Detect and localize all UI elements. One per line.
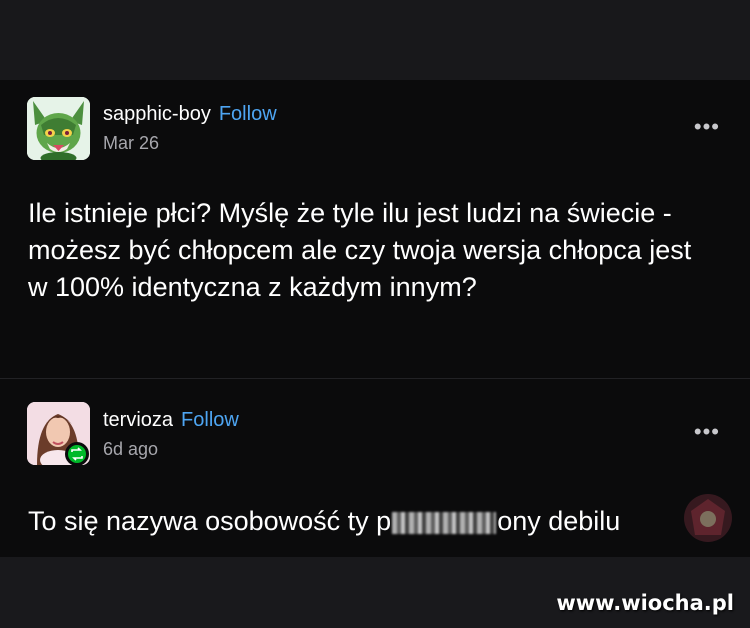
post-date[interactable]: Mar 26 — [103, 131, 277, 155]
top-background-band — [0, 0, 750, 80]
post-feed: sapphic-boy Follow Mar 26 ••• Ile istniej… — [0, 80, 750, 557]
post-card: tervioza Follow 6d ago ••• To się nazywa … — [0, 378, 750, 557]
username[interactable]: tervioza — [103, 409, 173, 431]
censored-blur — [392, 511, 497, 534]
post-header: sapphic-boy Follow Mar 26 — [103, 101, 277, 155]
green-cat-creature-avatar — [27, 97, 90, 160]
post-card: sapphic-boy Follow Mar 26 ••• Ile istniej… — [0, 80, 750, 378]
site-logo-icon — [684, 494, 732, 542]
post-date[interactable]: 6d ago — [103, 437, 239, 461]
reblog-icon — [71, 447, 83, 461]
post-body: To się nazywa osobowość ty p ony debilu — [28, 503, 708, 540]
follow-button[interactable]: Follow — [181, 409, 239, 431]
user-avatar[interactable] — [27, 97, 90, 160]
watermark: www.wiocha.pl — [556, 591, 734, 615]
more-options-icon[interactable]: ••• — [694, 116, 720, 138]
post-header: tervioza Follow 6d ago — [103, 407, 239, 461]
post-body-text-end: ony debilu — [497, 506, 621, 536]
post-body: Ile istnieje płci? Myślę że tyle ilu jes… — [28, 198, 692, 302]
follow-button[interactable]: Follow — [219, 103, 277, 125]
username[interactable]: sapphic-boy — [103, 103, 211, 125]
reblog-badge — [65, 442, 89, 466]
post-body-text-start: To się nazywa osobowość ty p — [28, 506, 392, 536]
more-options-icon[interactable]: ••• — [694, 421, 720, 443]
